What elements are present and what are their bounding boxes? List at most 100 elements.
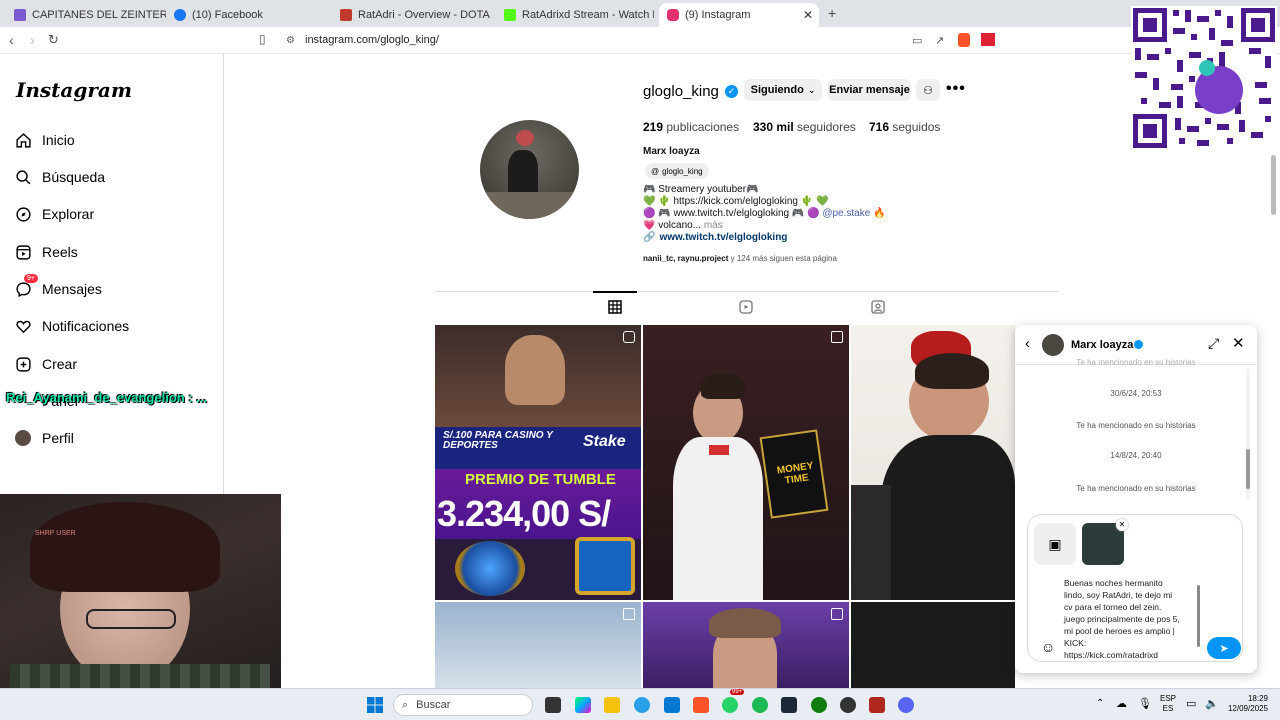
- profile-tabs-divider: [435, 291, 1058, 292]
- spotify-icon[interactable]: [752, 697, 768, 713]
- sidebar-item-mensajes[interactable]: 9+ Mensajes: [14, 274, 102, 302]
- network-icon[interactable]: ☁: [1116, 697, 1127, 710]
- more-options-icon[interactable]: •••: [946, 80, 966, 98]
- url-field[interactable]: instagram.com/gloglo_king/: [305, 34, 439, 46]
- bio-more-link[interactable]: más: [704, 220, 723, 231]
- send-message-button[interactable]: Enviar mensaje: [828, 79, 911, 101]
- store-icon[interactable]: [664, 697, 680, 713]
- post-gamer-chair[interactable]: [851, 325, 1015, 600]
- add-image-button[interactable]: ▣: [1034, 523, 1076, 565]
- bio-mention-link[interactable]: @pe.stake: [822, 208, 870, 219]
- sidebar-item-crear[interactable]: Crear: [14, 351, 77, 377]
- post-sky[interactable]: [435, 602, 641, 688]
- post-black-shirt: [881, 435, 1015, 600]
- site-info-icon[interactable]: ⚙: [286, 35, 295, 46]
- sidebar-item-inicio[interactable]: Inicio: [14, 127, 75, 153]
- sidebar-item-explorar[interactable]: Explorar: [14, 201, 94, 227]
- address-bar: ‹ › ↻ ▯ ⚙ instagram.com/gloglo_king/ ▭ ↗: [0, 27, 1280, 54]
- followers-count[interactable]: 330 mil seguidores: [753, 120, 856, 134]
- tab-kick[interactable]: RatAdrixd Stream - Watch Live on Ki: [496, 3, 654, 27]
- following-count[interactable]: 716 seguidos: [869, 120, 940, 134]
- following-button-label: Siguiendo: [750, 84, 804, 96]
- sidebar-item-busqueda[interactable]: Búsqueda: [14, 164, 105, 190]
- microphone-icon[interactable]: 🎙: [1138, 697, 1152, 710]
- draft-scrollbar[interactable]: [1197, 585, 1200, 647]
- whatsapp-icon[interactable]: 99+: [722, 689, 745, 713]
- new-tab-icon[interactable]: +: [828, 5, 836, 21]
- send-button[interactable]: ➤: [1207, 637, 1241, 659]
- brave-shield-icon[interactable]: [958, 33, 970, 47]
- post-streamer[interactable]: [643, 602, 849, 688]
- discord-icon[interactable]: [898, 697, 914, 713]
- grid-tab-icon[interactable]: [608, 300, 624, 316]
- dm-message: Te ha mencionado en su historias: [1076, 484, 1196, 493]
- task-view-icon[interactable]: [545, 697, 561, 713]
- bio-external-link[interactable]: 🔗 www.twitch.tv/elglogloking: [643, 232, 787, 243]
- tab-dotabuff[interactable]: RatAdri - Overview - DOTABUFF - Do: [332, 3, 490, 27]
- posts-count-label: publicaciones: [666, 120, 740, 134]
- dota-icon[interactable]: [869, 697, 885, 713]
- close-icon[interactable]: ✕: [1232, 334, 1245, 352]
- obs-icon[interactable]: [840, 697, 856, 713]
- edge-icon[interactable]: [634, 697, 650, 713]
- copilot-icon[interactable]: [575, 697, 591, 713]
- close-tab-icon[interactable]: ✕: [803, 8, 813, 22]
- page-scrollbar-thumb[interactable]: [1271, 155, 1276, 215]
- xbox-icon[interactable]: [811, 697, 827, 713]
- instagram-logo[interactable]: Instagram: [16, 78, 132, 102]
- language-indicator[interactable]: ESP ES: [1160, 694, 1176, 714]
- steam-icon[interactable]: [781, 697, 797, 713]
- volume-icon[interactable]: 🔈: [1205, 697, 1219, 710]
- suggest-user-icon[interactable]: ⚇: [916, 79, 940, 101]
- post-dark[interactable]: [851, 602, 1015, 688]
- send-icon: ➤: [1219, 642, 1229, 655]
- brave-icon[interactable]: [693, 697, 709, 713]
- dm-scrollbar-thumb[interactable]: [1246, 449, 1250, 489]
- sidebar-item-notificaciones[interactable]: Notificaciones: [14, 313, 129, 339]
- tagged-tab-icon[interactable]: [871, 300, 887, 316]
- followed-by[interactable]: nanii_tc, raynu.project y 124 más siguen…: [643, 254, 837, 263]
- expand-icon[interactable]: ⤢: [1208, 335, 1219, 352]
- display-icon[interactable]: ▭: [1186, 697, 1196, 710]
- sidebar-item-perfil[interactable]: Perfil: [14, 425, 74, 451]
- chevron-up-icon[interactable]: ⌃: [1096, 698, 1104, 709]
- share-icon[interactable]: ↗: [935, 34, 944, 47]
- sidebar-item-label: Perfil: [42, 430, 74, 446]
- verified-badge-icon: ✓: [724, 85, 738, 98]
- profile-username: gloglo_king: [643, 83, 719, 100]
- cast-icon[interactable]: ▭: [912, 34, 922, 47]
- file-explorer-icon[interactable]: [604, 697, 620, 713]
- remove-attachment-icon[interactable]: ✕: [1116, 519, 1128, 531]
- messages-badge: 9+: [24, 274, 38, 283]
- emoji-icon[interactable]: ☺: [1041, 639, 1055, 655]
- threads-badge[interactable]: @ gloglo_king: [645, 163, 709, 179]
- post-money-time[interactable]: MONEY TIME: [643, 325, 849, 600]
- tab-capitanes[interactable]: CAPITANES DEL ZEINTERNATIONAL: [6, 3, 166, 27]
- tab-title: CAPITANES DEL ZEINTERNATIONAL: [32, 9, 166, 21]
- tab-instagram[interactable]: (9) Instagram ✕: [659, 3, 819, 27]
- back-icon[interactable]: ‹: [9, 32, 14, 48]
- reload-icon[interactable]: ↻: [48, 32, 59, 48]
- post-stake[interactable]: S/.100 PARA CASINO Y DEPORTES Stake PREM…: [435, 325, 641, 600]
- brave-rewards-icon[interactable]: [981, 33, 995, 46]
- post-chair-side: [851, 485, 891, 600]
- dm-contact-avatar[interactable]: [1042, 334, 1064, 356]
- avatar-icon: [14, 429, 32, 447]
- sidebar-item-label: Reels: [42, 244, 78, 260]
- sidebar-item-reels[interactable]: Reels: [14, 239, 78, 265]
- sidebar-item-label: Crear: [42, 356, 78, 372]
- back-icon[interactable]: ‹: [1025, 335, 1030, 352]
- following-button[interactable]: Siguiendo ⌄: [744, 79, 822, 101]
- profile-avatar[interactable]: [480, 120, 579, 219]
- windows-start-icon[interactable]: [367, 697, 383, 713]
- dm-draft-text[interactable]: Buenas noches hermanito lindo, soy RatAd…: [1064, 577, 1204, 661]
- dm-contact-name[interactable]: Marx loayza: [1071, 339, 1133, 351]
- taskbar-clock[interactable]: 18:29 12/09/2025: [1218, 694, 1268, 714]
- reels-tab-icon[interactable]: [739, 300, 755, 316]
- sidebar-item-label: Búsqueda: [42, 169, 106, 185]
- tab-facebook[interactable]: (10) Facebook: [166, 3, 330, 27]
- taskbar-search[interactable]: ⌕ Buscar: [393, 694, 533, 716]
- forward-icon[interactable]: ›: [30, 32, 35, 48]
- bookmark-icon[interactable]: ▯: [259, 32, 266, 46]
- dm-scrollbar[interactable]: [1246, 369, 1250, 499]
